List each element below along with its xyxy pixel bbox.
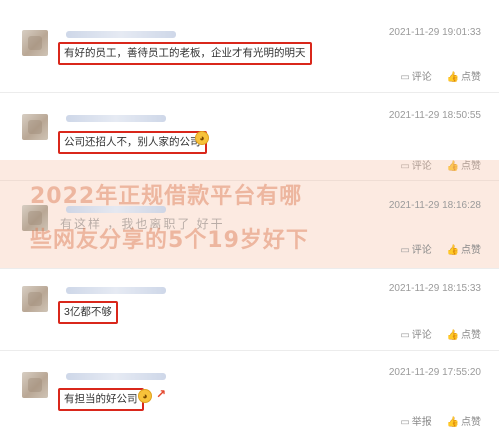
- reply-label: 评论: [411, 330, 432, 341]
- comment-actions: ▭ 举报 👍 点赞: [388, 413, 481, 428]
- like-button[interactable]: 👍 点赞: [447, 241, 481, 256]
- comment-icon: ▭: [400, 417, 410, 428]
- comment-timestamp: 2021-11-29 18:16:28: [388, 200, 481, 211]
- avatar[interactable]: [22, 30, 48, 56]
- thumb-up-icon: 👍: [446, 72, 459, 83]
- avatar[interactable]: [22, 286, 48, 312]
- thumb-up-icon: 👍: [446, 417, 459, 428]
- report-label: 举报: [411, 417, 432, 428]
- laughing-emoji-icon: ◕: [195, 131, 209, 145]
- username-blurred[interactable]: [66, 373, 166, 380]
- comment-timestamp: 2021-11-29 18:15:33: [388, 283, 481, 294]
- like-button[interactable]: 👍 点赞: [447, 68, 481, 83]
- comment-timestamp: 2021-11-29 18:50:55: [388, 110, 481, 121]
- comment-divider: [0, 350, 499, 351]
- comment-actions: ▭ 评论 👍 点赞: [388, 326, 481, 341]
- username-blurred[interactable]: [66, 31, 176, 38]
- comment-text: 有好的员工，善待员工的老板，企业才有光明的明天: [58, 42, 312, 65]
- banner-line-2: 些网友分享的5个19岁好下: [30, 228, 309, 253]
- comment-text: 公司还招人不，别人家的公司: [58, 131, 207, 154]
- reply-label: 评论: [411, 72, 432, 83]
- reply-button[interactable]: ▭ 评论: [400, 241, 431, 256]
- comment-icon: ▭: [400, 330, 410, 341]
- comment-text: 3亿都不够: [58, 301, 118, 324]
- comment-divider: [0, 268, 499, 269]
- like-button[interactable]: 👍 点赞: [447, 326, 481, 341]
- comment-divider: [0, 92, 499, 93]
- avatar[interactable]: [22, 114, 48, 140]
- comment-timestamp: 2021-11-29 19:01:33: [388, 27, 481, 38]
- like-button[interactable]: 👍 点赞: [447, 413, 481, 428]
- comment-actions: ▭ 评论 👍 点赞: [388, 68, 481, 83]
- comment-icon: ▭: [400, 245, 410, 256]
- report-button[interactable]: ▭ 举报: [400, 413, 431, 428]
- reply-button[interactable]: ▭ 评论: [400, 68, 431, 83]
- username-blurred[interactable]: [66, 115, 166, 122]
- comment-actions: ▭ 评论 👍 点赞: [388, 241, 481, 256]
- like-label: 点赞: [461, 245, 481, 256]
- reply-button[interactable]: ▭ 评论: [400, 326, 431, 341]
- comment-text: 有担当的好公司: [58, 388, 144, 411]
- like-label: 点赞: [461, 72, 481, 83]
- username-blurred[interactable]: [66, 287, 166, 294]
- banner-line-1: 2022年正规借款平台有哪: [30, 184, 303, 209]
- thumb-up-icon: 👍: [446, 330, 459, 341]
- comment-timestamp: 2021-11-29 17:55:20: [388, 367, 481, 378]
- trend-up-icon: ↗: [156, 387, 167, 401]
- like-label: 点赞: [461, 330, 481, 341]
- thumb-up-icon: 👍: [446, 245, 459, 256]
- like-label: 点赞: [461, 417, 481, 428]
- laughing-emoji-icon: ◕: [138, 389, 152, 403]
- avatar[interactable]: [22, 372, 48, 398]
- reply-label: 评论: [411, 245, 432, 256]
- comment-icon: ▭: [400, 72, 410, 83]
